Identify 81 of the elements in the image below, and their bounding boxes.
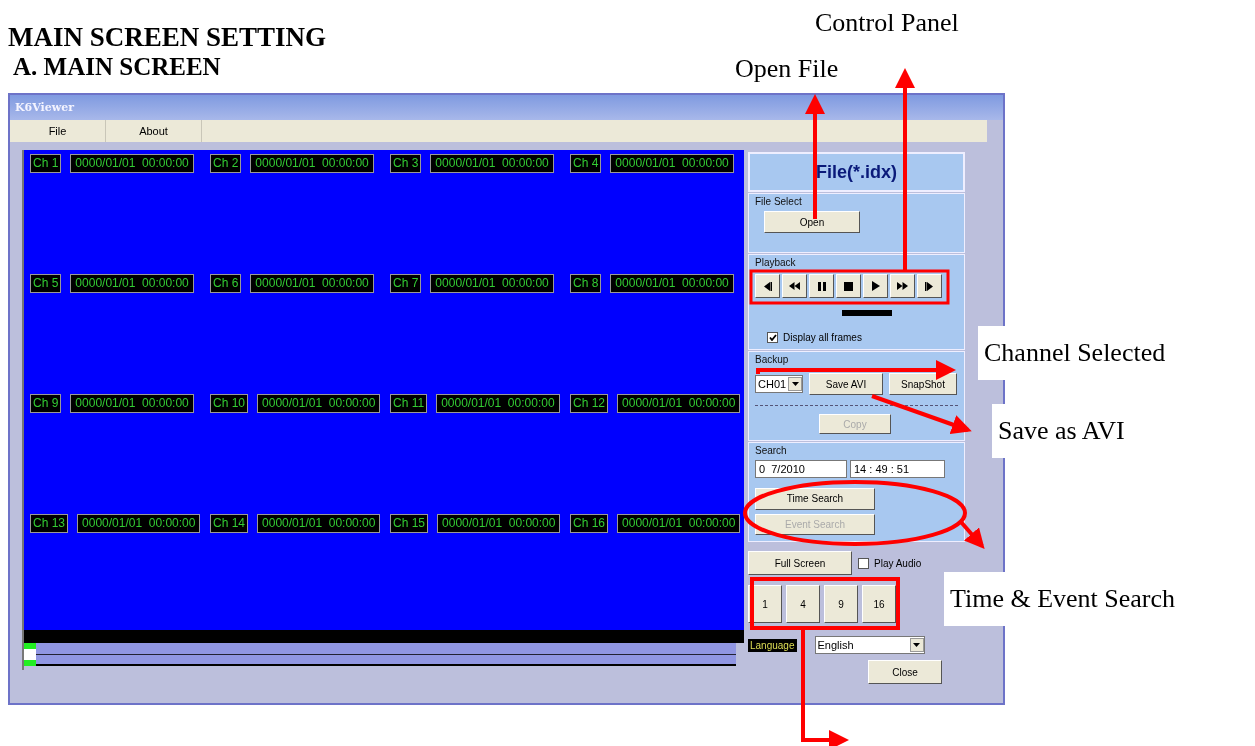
channel-timestamp: 0000/01/01 00:00:00 xyxy=(430,154,554,173)
time-search-button[interactable]: Time Search xyxy=(755,488,875,510)
channel-label: Ch 15 xyxy=(390,514,429,533)
full-screen-button[interactable]: Full Screen xyxy=(748,551,852,575)
skip-forward-icon xyxy=(925,281,934,291)
menu-item[interactable]: About xyxy=(106,120,202,142)
skip-back-icon xyxy=(763,281,772,291)
layout-button[interactable]: 4 xyxy=(786,585,820,623)
window-title: K6Viewer xyxy=(15,101,74,114)
callout-arrow xyxy=(959,520,985,549)
channel-label: Ch 16 xyxy=(570,514,609,533)
playback-button[interactable] xyxy=(890,274,915,298)
rewind-icon xyxy=(789,282,800,290)
menu-item[interactable]: File xyxy=(10,120,106,142)
caret-icon xyxy=(913,643,920,647)
channel-label: Ch 9 xyxy=(30,394,62,413)
fast-forward-icon xyxy=(897,282,908,290)
channel-timestamp: 0000/01/01 00:00:00 xyxy=(610,154,734,173)
channel-label: Ch 11 xyxy=(390,394,428,413)
section-heading: A. MAIN SCREEN xyxy=(13,52,221,82)
channel-label: Ch 14 xyxy=(210,514,249,533)
group-legend: Backup xyxy=(755,354,789,365)
channel-timestamp: 0000/01/01 00:00:00 xyxy=(77,514,201,533)
language-label: Language xyxy=(748,638,797,652)
caret-icon xyxy=(791,382,799,386)
playback-button[interactable] xyxy=(809,274,834,298)
channel-timestamp: 0000/01/01 00:00:00 xyxy=(70,274,194,293)
channel-label: Ch 3 xyxy=(390,154,422,173)
layout-button[interactable]: 16 xyxy=(862,585,896,623)
seek-thumb[interactable] xyxy=(24,643,36,666)
close-button[interactable]: Close xyxy=(868,660,942,684)
pause-icon xyxy=(817,281,826,291)
checkbox-label: Play Audio xyxy=(874,557,922,569)
playback-button[interactable] xyxy=(782,274,807,298)
channel-timestamp: 0000/01/01 00:00:00 xyxy=(70,154,194,173)
snapshot-button[interactable]: SnapShot xyxy=(889,373,957,395)
playback-button[interactable] xyxy=(917,274,942,298)
channel-dropdown[interactable]: CH01 xyxy=(755,375,803,393)
language-dropdown[interactable]: English xyxy=(814,636,925,654)
playback-button[interactable] xyxy=(863,274,888,298)
channel-timestamp: 0000/01/01 00:00:00 xyxy=(70,394,194,413)
channel-timestamp: 0000/01/01 00:00:00 xyxy=(250,154,374,173)
checkbox[interactable] xyxy=(767,332,778,343)
save-avi-button[interactable]: Save AVI xyxy=(809,373,883,395)
checkbox[interactable] xyxy=(858,557,869,569)
channel-timestamp: 0000/01/01 00:00:00 xyxy=(430,274,554,293)
play-icon xyxy=(871,281,880,291)
group-legend: File Select xyxy=(755,196,802,207)
channel-label: Ch 13 xyxy=(30,514,69,533)
channel-label: Ch 1 xyxy=(30,154,62,173)
channel-timestamp: 0000/01/01 00:00:00 xyxy=(250,274,374,293)
channel-timestamp: 0000/01/01 00:00:00 xyxy=(617,514,741,533)
status-indicator xyxy=(841,310,892,316)
channel-timestamp: 0000/01/01 00:00:00 xyxy=(617,394,741,413)
channel-label: Ch 8 xyxy=(570,274,602,293)
channel-label: Ch 2 xyxy=(210,154,242,173)
channel-label: Ch 6 xyxy=(210,274,242,293)
playback-button[interactable] xyxy=(755,274,780,298)
channel-label: Ch 4 xyxy=(570,154,602,173)
group-legend: Search xyxy=(755,445,787,456)
seek-track[interactable] xyxy=(24,643,736,666)
group-legend: Playback xyxy=(755,257,796,268)
channel-label: Ch 12 xyxy=(570,394,609,413)
page-heading: MAIN SCREEN SETTING xyxy=(8,22,327,52)
layout-button[interactable]: 9 xyxy=(824,585,858,623)
file-type-title: File(*.idx) xyxy=(748,152,965,192)
stop-icon xyxy=(844,281,853,291)
open-button[interactable]: Open xyxy=(764,211,860,233)
channel-timestamp: 0000/01/01 00:00:00 xyxy=(436,394,560,413)
channel-timestamp: 0000/01/01 00:00:00 xyxy=(610,274,734,293)
time-field[interactable]: 14 : 49 : 51 xyxy=(850,460,945,478)
channel-label: Ch 10 xyxy=(210,394,249,413)
check-icon xyxy=(768,334,777,341)
channel-timestamp: 0000/01/01 00:00:00 xyxy=(257,394,381,413)
playback-button[interactable] xyxy=(836,274,861,298)
channel-label: Ch 7 xyxy=(390,274,422,293)
checkbox-label: Display all frames xyxy=(783,332,862,343)
channel-timestamp: 0000/01/01 00:00:00 xyxy=(437,514,561,533)
channel-timestamp: 0000/01/01 00:00:00 xyxy=(257,514,381,533)
date-field[interactable]: 0 7/2010 xyxy=(755,460,847,478)
channel-label: Ch 5 xyxy=(30,274,62,293)
